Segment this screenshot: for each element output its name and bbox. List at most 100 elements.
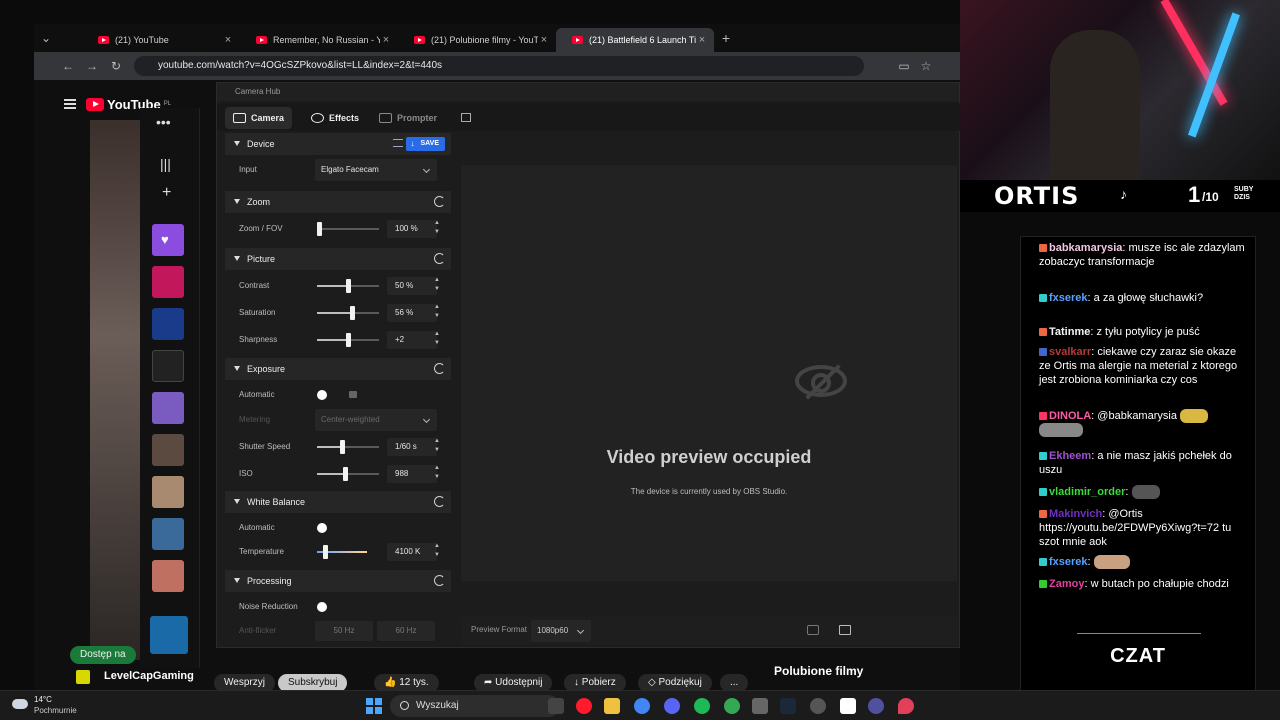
task-view-icon[interactable]	[548, 698, 564, 714]
close-tab-icon[interactable]: ×	[538, 34, 550, 46]
input-select[interactable]: Elgato Facecam	[315, 159, 437, 181]
tab-youtube-home[interactable]: (21) YouTube ×	[82, 28, 240, 52]
forward-icon[interactable]: →	[84, 58, 100, 74]
hz60-button[interactable]: 60 Hz	[377, 621, 435, 641]
noise-reduction-toggle[interactable]	[317, 602, 327, 612]
favorites-tile[interactable]: ♥	[152, 224, 184, 256]
reload-icon[interactable]: ↻	[108, 58, 124, 74]
stepper-icon[interactable]: ▲ ▼	[433, 219, 441, 237]
bookmark-star-icon[interactable]: ☆	[918, 58, 934, 74]
video-player[interactable]	[90, 120, 142, 660]
hz50-button[interactable]: 50 Hz	[315, 621, 373, 641]
steam-icon[interactable]	[780, 698, 796, 714]
section-zoom[interactable]: Zoom	[225, 191, 451, 213]
app-icon[interactable]	[868, 698, 884, 714]
tab-liked-videos[interactable]: (21) Polubione filmy - YouTube ×	[398, 28, 556, 52]
tab-camera[interactable]: Camera	[225, 107, 293, 129]
more-options-icon[interactable]: •••	[156, 114, 171, 130]
reset-icon[interactable]	[434, 363, 445, 374]
channel-avatar[interactable]	[76, 670, 90, 684]
iso-slider[interactable]	[317, 467, 379, 481]
section-device[interactable]: Device SAVE	[225, 133, 451, 155]
opera-icon[interactable]	[576, 698, 592, 714]
stepper-icon[interactable]: ▲ ▼	[433, 542, 441, 560]
slider-knob[interactable]	[340, 440, 345, 454]
app-icon[interactable]	[752, 698, 768, 714]
tab-search-icon[interactable]: ⌄	[38, 30, 54, 46]
folder-icon[interactable]	[839, 625, 851, 635]
snapshot-camera-icon[interactable]	[807, 625, 819, 635]
tab-effects[interactable]: Effects	[303, 107, 367, 129]
reset-icon[interactable]	[434, 575, 445, 586]
slider-knob[interactable]	[317, 222, 322, 236]
temperature-value-input[interactable]: 4100 K	[387, 543, 437, 561]
back-icon[interactable]: ←	[60, 58, 76, 74]
section-white-balance[interactable]: White Balance	[225, 491, 451, 513]
saturation-slider[interactable]	[317, 306, 379, 320]
close-tab-icon[interactable]: ×	[222, 34, 234, 46]
close-tab-icon[interactable]: ×	[380, 34, 392, 46]
sharpness-slider[interactable]	[317, 333, 379, 347]
weather-desc[interactable]: Pochmurnie	[34, 706, 77, 715]
chrome-icon[interactable]	[634, 698, 650, 714]
windows-start-icon[interactable]	[366, 698, 382, 714]
contrast-slider[interactable]	[317, 279, 379, 293]
close-tab-icon[interactable]: ×	[696, 34, 708, 46]
weather-temp[interactable]: 14°C	[34, 695, 52, 704]
tab-battlefield[interactable]: (21) Battlefield 6 Launch Tips & ×	[556, 28, 714, 52]
chrome-alt-icon[interactable]	[724, 698, 740, 714]
tab-prompter[interactable]: Prompter	[371, 107, 445, 129]
tab-no-russian[interactable]: Remember, No Russian - YouTu ×	[240, 28, 398, 52]
stepper-icon[interactable]: ▲ ▼	[433, 303, 441, 321]
toggle-sidebar-icon[interactable]	[461, 113, 471, 122]
app-tile[interactable]	[152, 392, 184, 424]
app-tile[interactable]	[152, 518, 184, 550]
stepper-icon[interactable]: ▲ ▼	[433, 464, 441, 482]
section-processing[interactable]: Processing	[225, 570, 451, 592]
saturation-value-input[interactable]: 56 %	[387, 304, 437, 322]
taskbar-search[interactable]: Wyszukaj	[390, 695, 560, 717]
url-input[interactable]: youtube.com/watch?v=4OGcSZPkovo&list=LL&…	[134, 56, 864, 76]
file-explorer-icon[interactable]	[604, 698, 620, 714]
section-exposure[interactable]: Exposure	[225, 358, 451, 380]
shutter-value-input[interactable]: 1/60 s	[387, 438, 437, 456]
discord-icon[interactable]	[664, 698, 680, 714]
obs-icon[interactable]	[810, 698, 826, 714]
reset-icon[interactable]	[434, 496, 445, 507]
channel-name[interactable]: LevelCapGaming	[104, 670, 194, 682]
slider-knob[interactable]	[350, 306, 355, 320]
save-button[interactable]: SAVE	[406, 137, 445, 151]
app-tile[interactable]	[152, 308, 184, 340]
app-tile[interactable]	[152, 350, 184, 382]
spotify-icon[interactable]	[694, 698, 710, 714]
slider-knob[interactable]	[346, 333, 351, 347]
library-icon[interactable]: |||	[160, 156, 171, 172]
iso-value-input[interactable]: 988	[387, 465, 437, 483]
zoom-slider[interactable]	[317, 222, 379, 236]
app-tile[interactable]	[152, 560, 184, 592]
sharpness-value-input[interactable]: +2	[387, 331, 437, 349]
wb-auto-toggle[interactable]	[317, 523, 327, 533]
adjust-icon[interactable]	[393, 139, 403, 147]
stepper-icon[interactable]: ▲ ▼	[433, 276, 441, 294]
metering-select[interactable]: Center-weighted	[315, 409, 437, 431]
reset-icon[interactable]	[434, 253, 445, 264]
app-tile[interactable]	[152, 434, 184, 466]
slider-knob[interactable]	[323, 545, 328, 559]
contrast-value-input[interactable]: 50 %	[387, 277, 437, 295]
add-icon[interactable]: +	[162, 184, 171, 202]
playlist-title[interactable]: Polubione filmy	[774, 664, 863, 678]
app-tile[interactable]	[152, 476, 184, 508]
reset-icon[interactable]	[434, 196, 445, 207]
slider-knob[interactable]	[343, 467, 348, 481]
access-button[interactable]: Dostęp na	[70, 646, 136, 664]
zoom-value-input[interactable]: 100 %	[387, 220, 437, 238]
preview-format-select[interactable]: 1080p60	[531, 620, 591, 642]
slider-knob[interactable]	[346, 279, 351, 293]
app-tile[interactable]	[152, 266, 184, 298]
shutter-slider[interactable]	[317, 440, 379, 454]
cast-icon[interactable]: ▭	[896, 58, 912, 74]
new-tab-icon[interactable]: +	[718, 30, 734, 46]
maps-pin-icon[interactable]	[898, 698, 914, 714]
stepper-icon[interactable]: ▲ ▼	[433, 437, 441, 455]
